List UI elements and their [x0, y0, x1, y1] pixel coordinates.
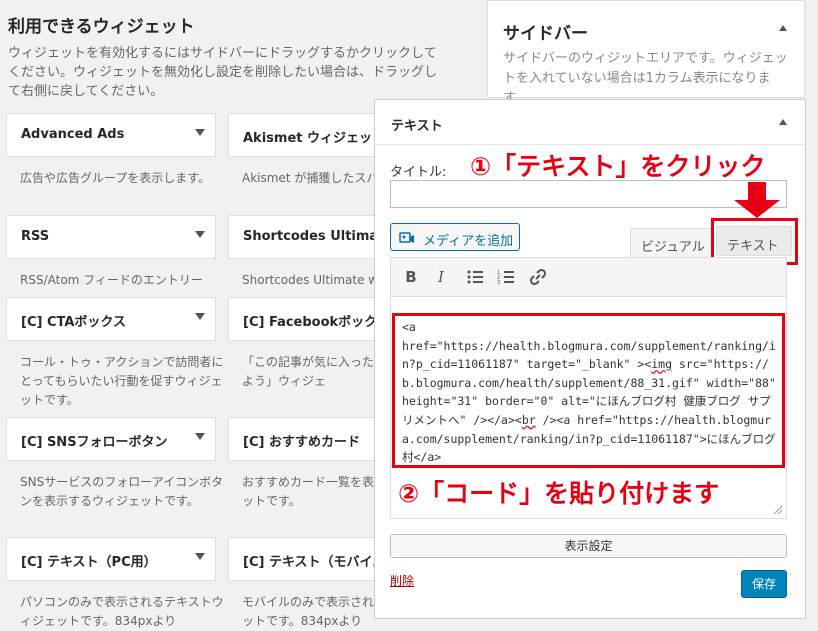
code-highlight — [392, 313, 785, 468]
widget-description: パソコンのみで表示されるテキストウィジェットです。834pxより — [20, 595, 224, 628]
text-widget-header[interactable]: テキスト — [375, 100, 805, 145]
editor-toolbar: B I 1 2 3 — [390, 257, 787, 297]
save-button[interactable]: 保存 — [741, 570, 787, 598]
svg-text:3: 3 — [497, 280, 500, 286]
bullet-list-icon[interactable] — [466, 268, 484, 286]
text-widget-title: テキスト — [391, 119, 443, 134]
widget-name: RSS — [21, 229, 50, 244]
media-icon — [399, 232, 414, 243]
resize-handle-icon[interactable] — [774, 506, 782, 514]
expand-arrow-icon[interactable] — [195, 129, 205, 136]
annotation-step2: ②「コード」を貼り付けます — [398, 479, 720, 508]
widget-item[interactable]: RSS — [6, 215, 216, 259]
display-settings-button[interactable]: 表示設定 — [390, 534, 787, 558]
expand-arrow-icon[interactable] — [195, 433, 205, 440]
red-down-arrow-icon — [734, 182, 780, 218]
link-icon[interactable] — [529, 268, 547, 286]
bold-button[interactable]: B — [401, 267, 421, 287]
title-input[interactable] — [390, 180, 787, 208]
widget-description: 広告や広告グループを表示します。 — [20, 171, 211, 185]
widget-item[interactable]: [C] SNSフォローボタン — [6, 417, 216, 461]
sidebar-collapse-icon[interactable] — [779, 25, 787, 31]
widget-description: RSS/Atom フィードのエントリー — [20, 273, 203, 287]
widget-item[interactable]: [C] テキスト（PC用） — [6, 537, 216, 581]
widget-name: Advanced Ads — [21, 127, 125, 142]
tab-visual[interactable]: ビジュアル — [630, 228, 712, 258]
sidebar-widget-area[interactable]: サイドバー サイドバーのウィジットエリアです。ウィジェットを入れていない場合は1… — [487, 0, 805, 106]
numbered-list-icon[interactable]: 1 2 3 — [497, 268, 515, 286]
widget-description: コール・トゥ・アクションで訪問者にとってもらいたい行動を促すウィジェットです。 — [20, 355, 224, 407]
text-widget-collapse-icon[interactable] — [779, 119, 787, 125]
widget-item[interactable]: Advanced Ads — [6, 113, 216, 157]
delete-link[interactable]: 削除 — [390, 572, 414, 589]
add-media-button[interactable]: メディアを追加 — [390, 223, 520, 251]
expand-arrow-icon[interactable] — [195, 313, 205, 320]
available-widgets-title: 利用できるウィジェット — [8, 17, 195, 37]
widget-description: SNSサービスのフォローアイコンボタンを表示するウィジェットです。 — [20, 475, 224, 508]
italic-button[interactable]: I — [431, 267, 451, 287]
tab-visual-label: ビジュアル — [641, 240, 705, 255]
expand-arrow-icon[interactable] — [195, 231, 205, 238]
add-media-label: メディアを追加 — [423, 234, 514, 249]
widget-item[interactable]: [C] CTAボックス — [6, 297, 216, 341]
widget-name: [C] SNSフォローボタン — [21, 435, 168, 450]
annotation-step1: ①「テキスト」をクリック — [470, 152, 766, 181]
widget-name: [C] CTAボックス — [21, 315, 127, 330]
sidebar-title: サイドバー — [503, 24, 588, 44]
widget-name: [C] テキスト（PC用） — [21, 555, 157, 570]
expand-arrow-icon[interactable] — [195, 553, 205, 560]
available-widgets-description: ウィジェットを有効化するにはサイドバーにドラッグするかクリックしてください。ウィ… — [8, 46, 438, 99]
title-label: タイトル: — [390, 165, 447, 180]
